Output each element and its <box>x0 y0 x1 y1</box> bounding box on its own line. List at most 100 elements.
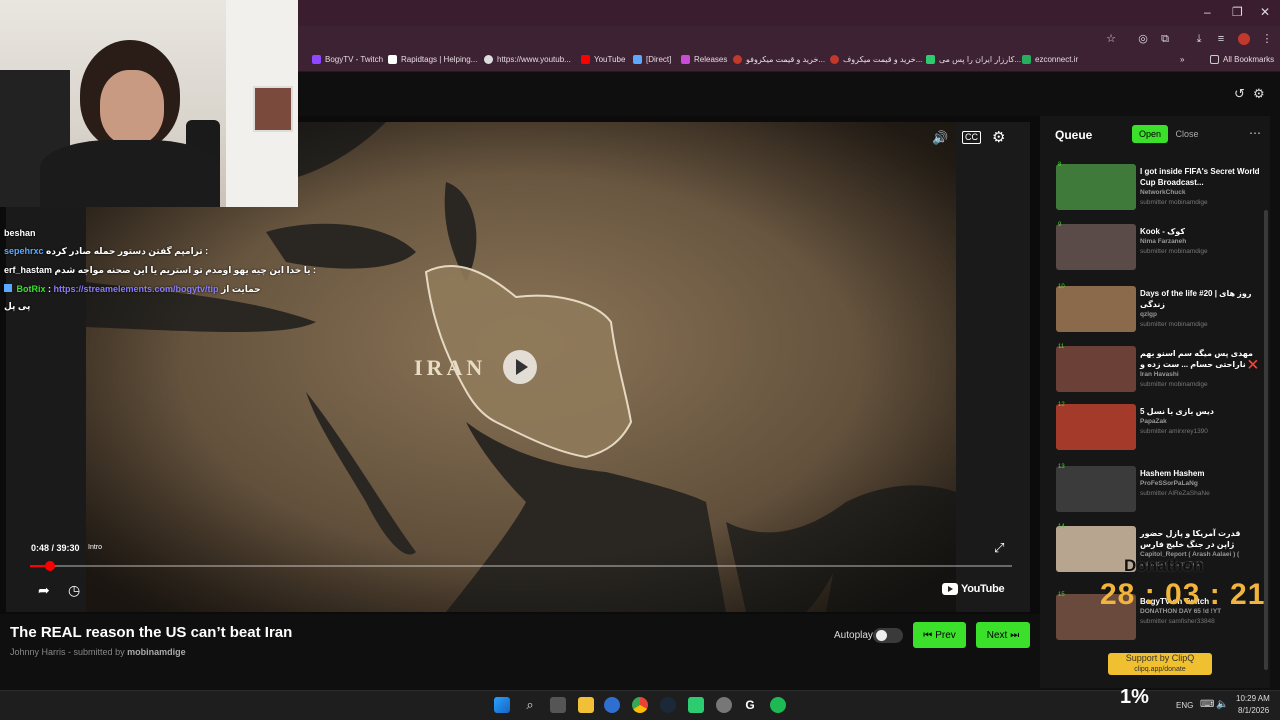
all-bookmarks[interactable]: All Bookmarks <box>1210 55 1274 64</box>
clock-date[interactable]: 8/1/2026 <box>1238 706 1269 715</box>
queue-thumbnail[interactable] <box>1056 346 1136 392</box>
extension-icon[interactable]: ◎ <box>1136 33 1150 45</box>
queue-item[interactable]: 8 I got inside FIFA's Secret World Cup Br… <box>1052 162 1262 218</box>
queue-item[interactable]: 12 دیس بازی با نسل 5 PapaZak submitter amir… <box>1052 402 1262 458</box>
channel-name[interactable]: Johnny Harris <box>10 647 66 657</box>
play-button[interactable] <box>503 350 537 384</box>
rapidtags-icon <box>388 55 397 64</box>
clock-time[interactable]: 10:29 AM <box>1236 694 1270 703</box>
chat-text: ترامپم گفتن دستور حمله صادر کرده : <box>46 246 209 256</box>
share-icon[interactable]: ➦ <box>38 582 50 599</box>
clipq-line2: clipq.app/donate <box>1134 666 1186 673</box>
chat-line: erf_hastam یا خدا این چیه یهو اومدم تو ا… <box>4 265 316 276</box>
profile-avatar[interactable] <box>1238 33 1250 45</box>
ezconnect-icon <box>1022 55 1031 64</box>
chat-line: BotRix : https://streamelements.com/bogy… <box>4 284 261 295</box>
settings-gear-icon[interactable]: ⚙ <box>992 128 1005 146</box>
star-bookmark-icon[interactable]: ☆ <box>1104 33 1118 45</box>
youtube-icon <box>581 55 590 64</box>
bookmark-item[interactable]: خرید و قیمت میکروفو... <box>733 55 825 64</box>
bookmark-item[interactable]: YouTube <box>581 55 625 64</box>
chat-text: یا خدا این چیه یهو اومدم تو استریم یا ای… <box>54 265 316 275</box>
video-title: The REAL reason the US can’t beat Iran <box>10 624 293 641</box>
history-icon[interactable]: ↺ <box>1234 86 1245 102</box>
queue-item[interactable]: 11 مهدی پس میگه سم اسنو بهم ❌ ناراحتی حسا… <box>1052 344 1262 400</box>
queue-item-title: دیس بازی با نسل 5 <box>1140 407 1214 416</box>
download-icon[interactable]: ⤓ <box>1192 33 1206 45</box>
progress-bar[interactable] <box>30 565 1012 567</box>
queue-item-submitter: submitter amirxrey1390 <box>1140 428 1208 435</box>
chat-link[interactable]: https://streamelements.com/bogytv/tip <box>54 284 219 294</box>
bookmark-item[interactable]: https://www.youtub... <box>484 55 571 64</box>
language-indicator[interactable]: ENG <box>1176 701 1193 710</box>
bookmark-item[interactable]: Releases <box>681 55 727 64</box>
queue-item-title: قدرت آمریکا و پازل حضور ژاپن در جنگ خلیج… <box>1140 529 1241 549</box>
youtube-play-icon <box>942 583 958 595</box>
queue-thumbnail[interactable] <box>1056 466 1136 512</box>
bookmarks-overflow-icon[interactable]: » <box>1180 55 1184 64</box>
minimize-button[interactable]: – <box>1204 5 1211 19</box>
queue-open-button[interactable]: Open <box>1132 125 1168 143</box>
app-green-icon[interactable] <box>688 697 704 713</box>
menu-icon[interactable]: ⋮ <box>1260 33 1274 45</box>
queue-thumbnail[interactable] <box>1056 224 1136 270</box>
queue-item-number: 8 <box>1058 162 1062 168</box>
chat-user: beshan <box>4 228 36 238</box>
puzzle-icon[interactable]: ⧉ <box>1158 33 1172 45</box>
task-view-icon[interactable] <box>550 697 566 713</box>
queue-thumbnail[interactable] <box>1056 164 1136 210</box>
queue-close-button[interactable]: Close <box>1170 125 1204 143</box>
queue-thumbnail[interactable] <box>1056 286 1136 332</box>
g-hub-icon[interactable]: G <box>742 697 758 713</box>
prev-button[interactable]: ⏮ Prev <box>913 622 966 648</box>
chat-line: beshan <box>4 228 36 238</box>
chrome-icon[interactable] <box>632 697 648 713</box>
close-window-button[interactable]: ✕ <box>1260 5 1270 19</box>
bookmark-item[interactable]: خرید و قیمت میکروف... <box>830 55 922 64</box>
queue-item[interactable]: 13 Hashem Hashem ProFeSSorPaLaNg submitter … <box>1052 464 1262 520</box>
queue-item[interactable]: 10 Days of the life #20 | روز های زندگی qz… <box>1052 284 1262 340</box>
file-explorer-icon[interactable] <box>578 697 594 713</box>
app-icon[interactable] <box>604 697 620 713</box>
queue-item-channel: Iran Havashi <box>1140 371 1179 378</box>
play-icon <box>516 359 528 375</box>
bookmark-item[interactable]: ezconnect.ir <box>1022 55 1078 64</box>
bookmark-item[interactable]: Rapidtags | Helping... <box>388 55 477 64</box>
webcam-overlay <box>0 0 298 207</box>
queue-item-submitter: submitter AlReZaShaNe <box>1140 490 1210 497</box>
donathon-timer: 28 : 03 : 21 <box>1100 578 1266 611</box>
queue-menu-icon[interactable]: ⋯ <box>1249 126 1261 140</box>
volume-icon[interactable]: 🔊 <box>932 130 948 146</box>
time-display: 0:48 / 39:30 <box>31 543 80 553</box>
youtube-logo[interactable]: YouTube <box>942 583 1005 595</box>
bookmark-item[interactable]: کارزار ایران را پس می... <box>926 55 1021 64</box>
maximize-button[interactable]: ❐ <box>1232 5 1243 19</box>
speaker-icon[interactable]: 🔈 <box>1216 699 1228 710</box>
bookmark-item[interactable]: [Direct] <box>633 55 671 64</box>
queue-item[interactable]: 9 Kook - کوک Nima Farzaneh submitter mobina… <box>1052 222 1262 278</box>
progress-scrubber[interactable] <box>45 561 55 571</box>
spotify-icon[interactable] <box>770 697 786 713</box>
next-button[interactable]: Next ⏭ <box>976 622 1030 648</box>
prev-icon: ⏮ <box>923 629 933 641</box>
watch-later-icon[interactable]: ◷ <box>68 582 80 599</box>
queue-thumbnail[interactable] <box>1056 404 1136 450</box>
network-icon[interactable]: ⌨ <box>1200 699 1214 710</box>
search-icon[interactable]: ⌕ <box>522 697 538 713</box>
steam-icon[interactable] <box>660 697 676 713</box>
media-control-icon[interactable]: ≡ <box>1214 33 1228 45</box>
start-icon[interactable] <box>494 697 510 713</box>
fullscreen-icon[interactable]: ⤢ <box>994 540 1004 556</box>
donathon-label: Donathon <box>1124 556 1204 575</box>
chat-user: sepehrxc <box>4 246 44 256</box>
settings-sliders-icon[interactable]: ⚙ <box>1253 86 1265 102</box>
queue-item-channel: qzlgp <box>1140 311 1157 318</box>
obs-icon[interactable] <box>716 697 732 713</box>
queue-item-number: 11 <box>1058 344 1065 350</box>
bookmark-item[interactable]: BogyTV - Twitch <box>312 55 383 64</box>
captions-icon[interactable]: CC <box>962 131 981 144</box>
queue-item-title: Hashem Hashem <box>1140 469 1205 478</box>
chat-text: پی پل <box>4 301 31 311</box>
submitter-name[interactable]: mobinamdige <box>127 647 186 657</box>
chat-text: حمایت از <box>221 284 261 294</box>
